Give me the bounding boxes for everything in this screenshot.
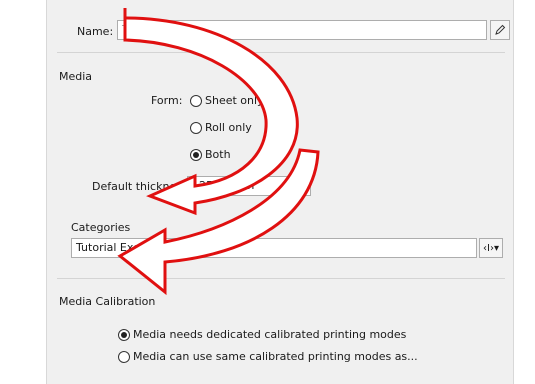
annotation-arrow-top xyxy=(123,8,299,216)
annotation-arrows xyxy=(117,8,320,296)
annotation-arrow-bottom xyxy=(117,148,320,296)
